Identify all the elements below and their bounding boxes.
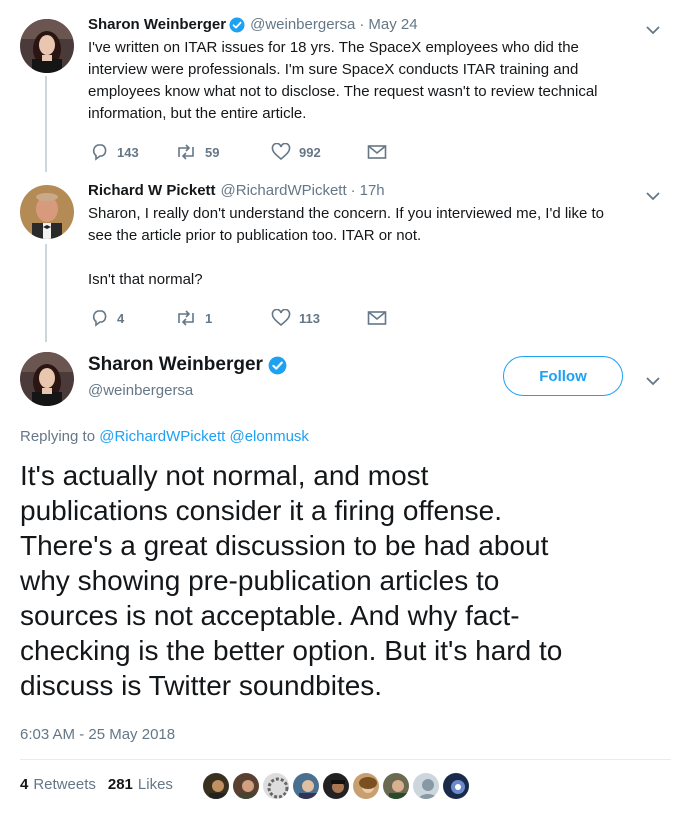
tweet-2-text: Sharon, I really don't understand the co… bbox=[88, 205, 605, 288]
replying-to: Replying to @RichardWPickett @elonmusk bbox=[20, 428, 309, 445]
chevron-down-icon[interactable] bbox=[645, 373, 661, 386]
divider bbox=[20, 759, 671, 760]
direct-message-button[interactable] bbox=[367, 144, 387, 160]
liker-avatar[interactable] bbox=[231, 771, 261, 801]
liker-avatar[interactable] bbox=[351, 771, 381, 801]
liker-avatar[interactable] bbox=[411, 771, 441, 801]
author-handle[interactable]: @RichardWPickett bbox=[221, 182, 347, 199]
retweets-stat[interactable]: 4 Retweets bbox=[20, 776, 96, 793]
tweet-stats: 4 Retweets 281 Likes bbox=[20, 776, 185, 793]
like-icon bbox=[271, 309, 291, 327]
avatar-richard-w-pickett[interactable] bbox=[20, 185, 74, 239]
chevron-down-icon[interactable] bbox=[645, 22, 661, 35]
verified-badge-icon bbox=[229, 17, 245, 33]
liker-avatar[interactable] bbox=[441, 771, 471, 801]
retweet-button[interactable]: 59 bbox=[175, 143, 271, 161]
retweet-icon bbox=[175, 143, 197, 161]
chevron-down-icon[interactable] bbox=[645, 188, 661, 201]
direct-message-button[interactable] bbox=[367, 310, 387, 326]
retweet-button[interactable]: 1 bbox=[175, 309, 271, 327]
main-tweet-text: It's actually not normal, and most publi… bbox=[20, 460, 563, 701]
author-name[interactable]: Richard W Pickett bbox=[88, 182, 216, 199]
tweet-timestamp[interactable]: 6:03 AM - 25 May 2018 bbox=[20, 726, 175, 743]
author-name[interactable]: Sharon Weinberger bbox=[88, 16, 226, 33]
reply-button[interactable]: 143 bbox=[91, 143, 175, 161]
main-author-name[interactable]: Sharon Weinberger bbox=[88, 354, 287, 376]
likers-avatars bbox=[201, 771, 471, 801]
tweet-2-actions: 4 1 113 bbox=[91, 309, 387, 327]
retweet-icon bbox=[175, 309, 197, 327]
likes-stat[interactable]: 281 Likes bbox=[108, 776, 173, 793]
follow-button[interactable]: Follow bbox=[503, 356, 623, 396]
direct-message-icon bbox=[367, 310, 387, 326]
like-button[interactable]: 992 bbox=[271, 143, 367, 161]
avatar-sharon-weinberger[interactable] bbox=[20, 19, 74, 73]
thread-line-2 bbox=[45, 244, 47, 342]
reply-icon bbox=[91, 143, 109, 161]
thread-line-1 bbox=[45, 76, 47, 172]
liker-avatar[interactable] bbox=[291, 771, 321, 801]
direct-message-icon bbox=[367, 144, 387, 160]
like-button[interactable]: 113 bbox=[271, 309, 367, 327]
avatar-sharon-weinberger-main[interactable] bbox=[20, 352, 74, 406]
like-icon bbox=[271, 143, 291, 161]
reply-button[interactable]: 4 bbox=[91, 309, 175, 327]
liker-avatar[interactable] bbox=[381, 771, 411, 801]
tweet-time[interactable]: 17h bbox=[360, 182, 385, 199]
main-author-handle[interactable]: @weinbergersa bbox=[88, 382, 193, 399]
author-handle[interactable]: @weinbergersa bbox=[250, 16, 355, 33]
liker-avatar[interactable] bbox=[201, 771, 231, 801]
verified-badge-icon bbox=[268, 356, 287, 375]
tweet-time[interactable]: May 24 bbox=[368, 16, 417, 33]
mention-link[interactable]: @elonmusk bbox=[229, 428, 308, 445]
reply-icon bbox=[91, 309, 109, 327]
liker-avatar[interactable] bbox=[321, 771, 351, 801]
tweet-2-header: Richard W Pickett @RichardWPickett · 17h bbox=[88, 182, 385, 199]
mention-link[interactable]: @RichardWPickett bbox=[99, 428, 225, 445]
tweet-1-actions: 143 59 992 bbox=[91, 143, 387, 161]
tweet-1-text: I've written on ITAR issues for 18 yrs. … bbox=[88, 39, 598, 122]
tweet-1-header: Sharon Weinberger @weinbergersa · May 24 bbox=[88, 16, 418, 33]
liker-avatar[interactable] bbox=[261, 771, 291, 801]
